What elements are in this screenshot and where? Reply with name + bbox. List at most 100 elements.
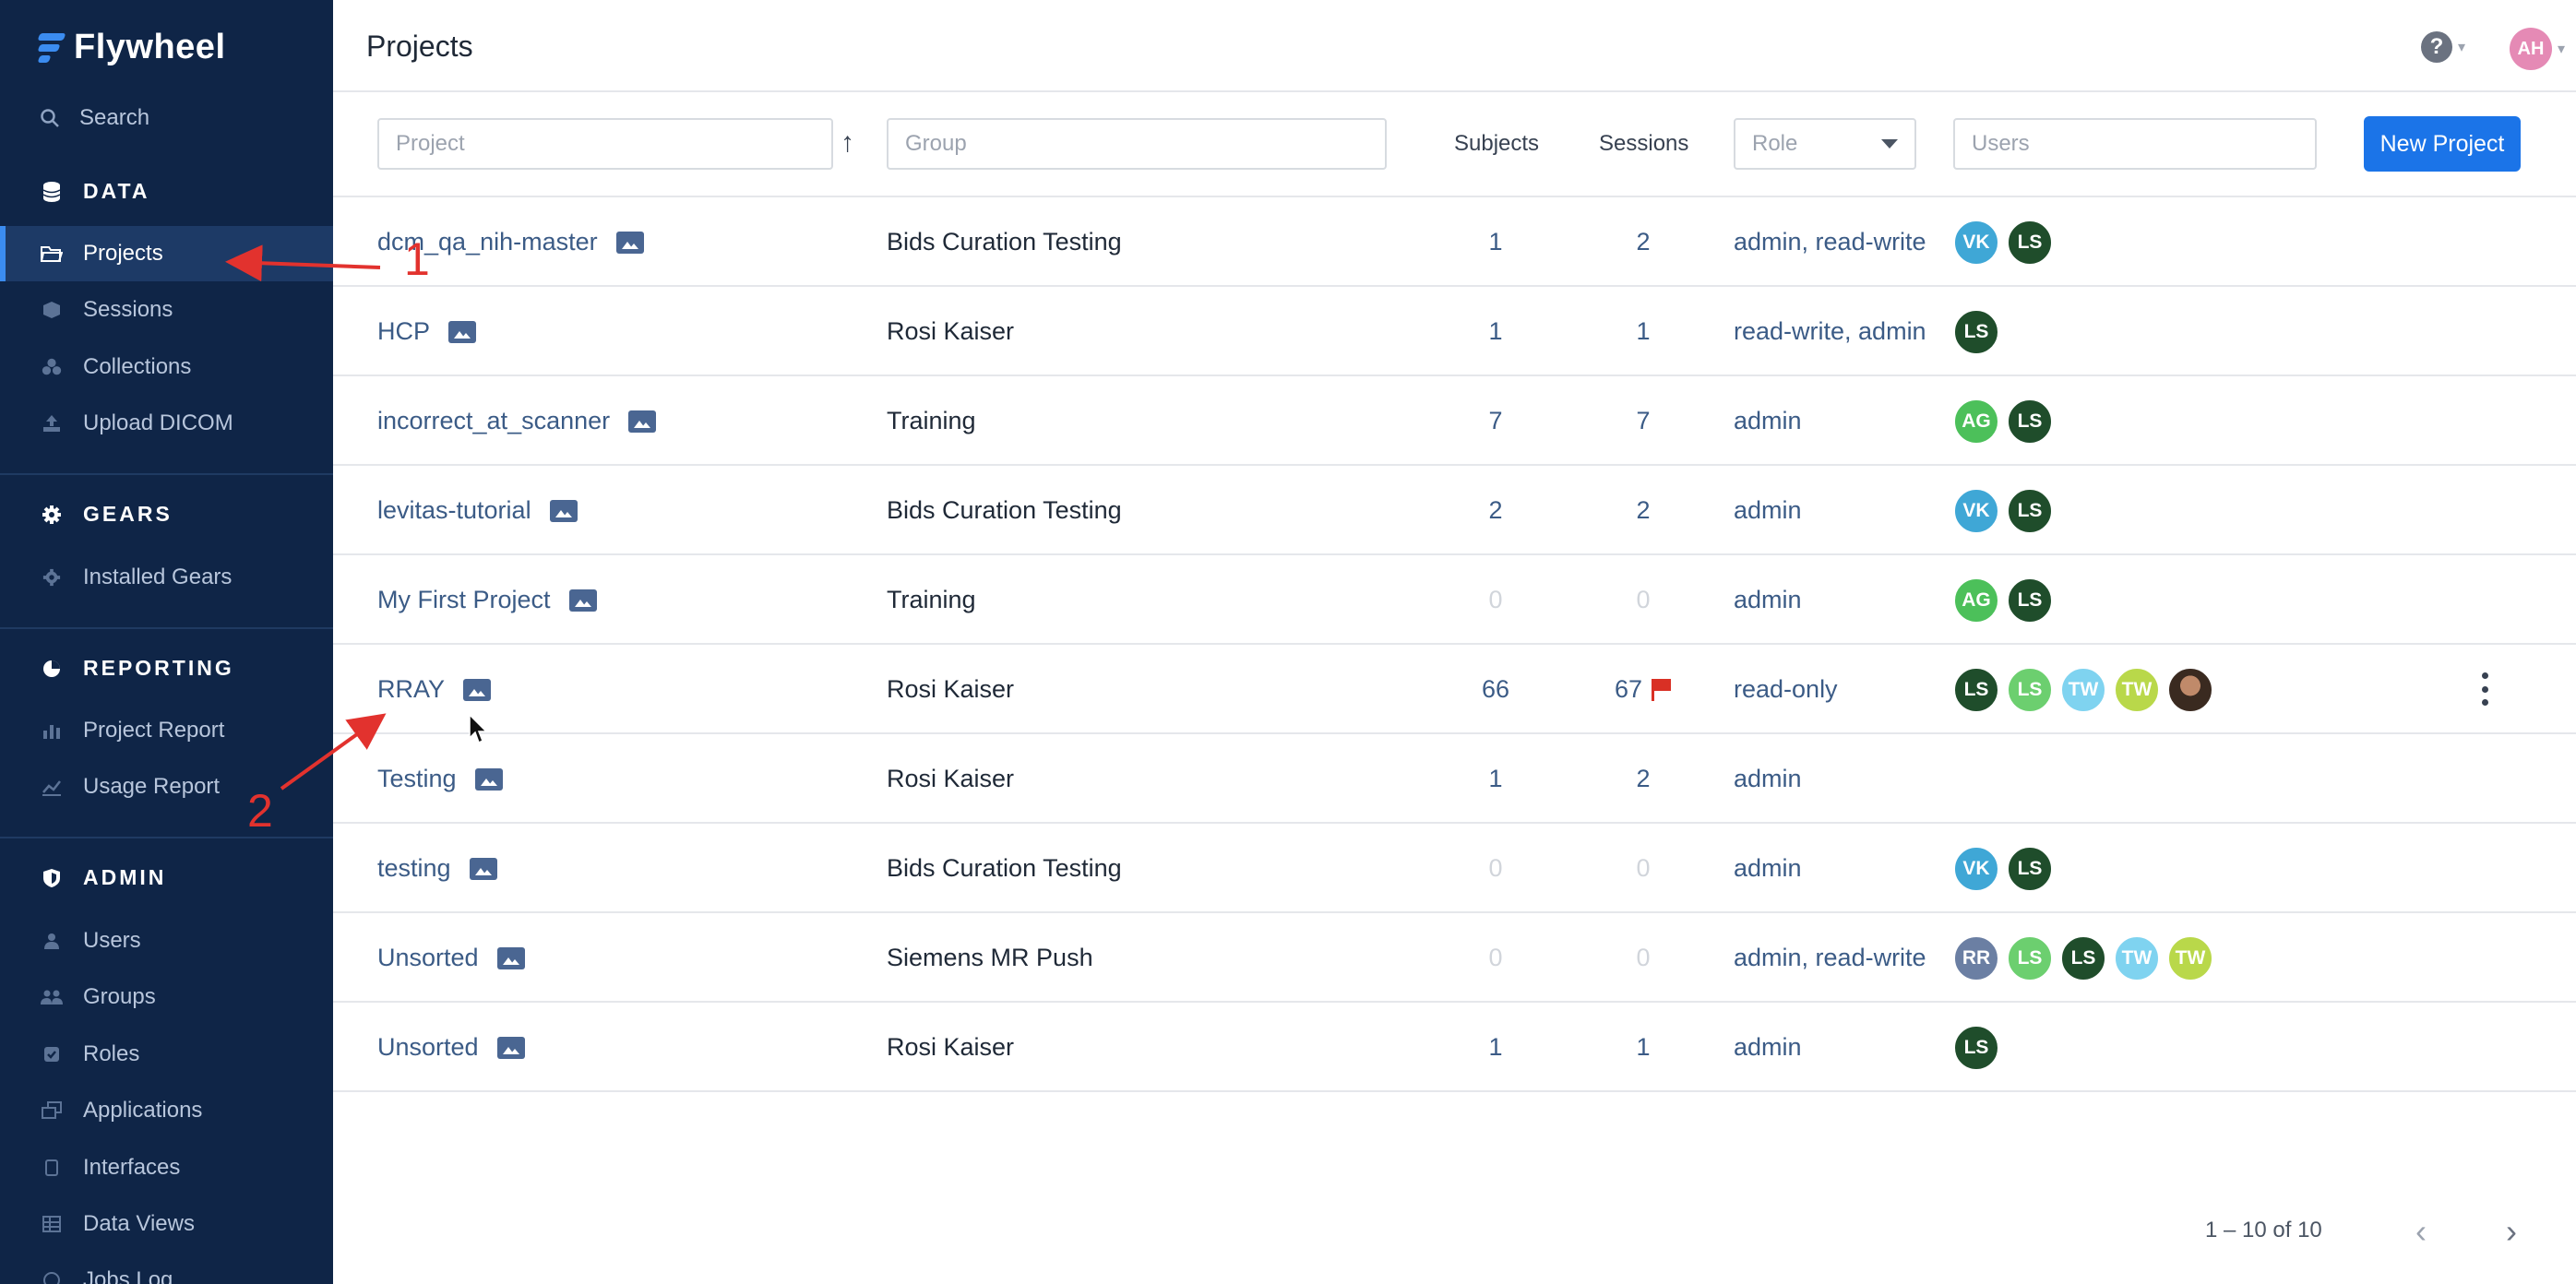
table-row[interactable]: testing Bids Curation Testing 0 0 admin VK… [333,824,2576,913]
image-icon[interactable] [463,678,492,701]
sidebar-item-projects[interactable]: Projects [0,226,333,281]
table-row[interactable]: Unsorted Rosi Kaiser 1 1 admin LS [333,1003,2576,1092]
subjects-count[interactable]: 1 [1459,1003,1532,1092]
subjects-column-header[interactable]: Subjects [1454,131,1539,157]
avatar[interactable]: AG [1953,577,1999,624]
project-filter-field[interactable] [377,118,833,170]
next-page-button[interactable]: › [2506,1212,2517,1251]
project-name-link[interactable]: levitas-tutorial [377,496,531,525]
sessions-cell[interactable]: 0 [1606,913,1680,1003]
sidebar-item-upload-dicom[interactable]: Upload DICOM [0,396,333,451]
sessions-cell[interactable]: 1 [1606,287,1680,376]
new-project-button[interactable]: New Project [2364,116,2521,172]
project-name-link[interactable]: My First Project [377,586,551,614]
sidebar-item-roles[interactable]: Roles [0,1027,333,1082]
avatar[interactable]: VK [1953,845,1999,892]
avatar[interactable]: VK [1953,487,1999,534]
image-icon[interactable] [496,946,525,969]
sessions-cell[interactable]: 0 [1606,824,1680,913]
subjects-count[interactable]: 66 [1459,645,1532,734]
project-cell[interactable]: Testing [377,734,503,824]
sessions-cell[interactable]: 67 [1606,645,1680,734]
sidebar-item-data-views[interactable]: Data Views [0,1196,333,1252]
avatar[interactable]: LS [2007,577,2053,624]
sidebar-item-usage-report[interactable]: Usage Report [0,759,333,814]
subjects-count[interactable]: 7 [1459,376,1532,466]
avatar[interactable]: LS [1953,666,1999,713]
sessions-cell[interactable]: 2 [1606,734,1680,824]
users-filter-field[interactable] [1953,118,2317,170]
project-name-link[interactable]: RRAY [377,675,445,704]
avatar[interactable]: LS [1953,308,1999,355]
sidebar-item-users[interactable]: Users [0,913,333,969]
table-row[interactable]: dcm_qa_nih-master Bids Curation Testing 1… [333,197,2576,287]
sessions-cell[interactable]: 0 [1606,555,1680,645]
project-name-link[interactable]: Unsorted [377,1033,479,1062]
avatar[interactable]: LS [1953,1024,1999,1071]
image-icon[interactable] [549,499,578,522]
subjects-count[interactable]: 0 [1459,913,1532,1003]
help-menu[interactable]: ? ▾ [2420,31,2465,63]
table-row[interactable]: My First Project Training 0 0 admin AG LS [333,555,2576,645]
project-name-link[interactable]: incorrect_at_scanner [377,407,610,435]
sidebar-search[interactable]: Search [39,105,149,131]
sessions-column-header[interactable]: Sessions [1599,131,1688,157]
avatar[interactable]: LS [2007,934,2053,981]
avatar[interactable]: TW [2114,666,2160,713]
project-cell[interactable]: incorrect_at_scanner [377,376,657,466]
avatar[interactable]: LS [2007,666,2053,713]
sort-ascending-icon[interactable]: ↑ [841,127,854,159]
sessions-cell[interactable]: 2 [1606,466,1680,555]
sessions-cell[interactable]: 1 [1606,1003,1680,1092]
sidebar-item-jobs-log[interactable]: Jobs Log [0,1253,333,1284]
project-cell[interactable]: My First Project [377,555,597,645]
sidebar-item-installed-gears[interactable]: Installed Gears [0,550,333,605]
table-row[interactable]: Testing Rosi Kaiser 1 2 admin [333,734,2576,824]
image-icon[interactable] [615,231,644,254]
table-row[interactable]: HCP Rosi Kaiser 1 1 read-write, admin LS [333,287,2576,376]
avatar[interactable]: RR [1953,934,1999,981]
flywheel-logo[interactable]: Flywheel [37,28,226,67]
role-select[interactable]: Role [1734,118,1916,170]
avatar[interactable]: TW [2060,666,2106,713]
table-row[interactable]: levitas-tutorial Bids Curation Testing 2 … [333,466,2576,555]
image-icon[interactable] [628,410,657,433]
sidebar-item-collections[interactable]: Collections [0,339,333,395]
avatar-photo[interactable] [2167,666,2213,713]
avatar[interactable]: TW [2167,934,2213,981]
group-filter-field[interactable] [887,118,1387,170]
project-name-link[interactable]: HCP [377,317,430,346]
image-icon[interactable] [469,857,497,880]
subjects-count[interactable]: 2 [1459,466,1532,555]
subjects-count[interactable]: 0 [1459,824,1532,913]
image-icon[interactable] [474,767,503,791]
subjects-count[interactable]: 1 [1459,197,1532,287]
users-filter-input[interactable] [1972,131,2298,157]
project-name-link[interactable]: Unsorted [377,944,479,972]
sidebar-item-project-report[interactable]: Project Report [0,703,333,758]
sidebar-item-groups[interactable]: Groups [0,969,333,1025]
subjects-count[interactable]: 0 [1459,555,1532,645]
avatar[interactable]: TW [2114,934,2160,981]
group-filter-input[interactable] [905,131,1368,157]
image-icon[interactable] [448,320,477,343]
image-icon[interactable] [568,588,597,612]
project-name-link[interactable]: Testing [377,765,457,793]
avatar[interactable]: VK [1953,219,1999,266]
avatar[interactable]: LS [2007,487,2053,534]
sidebar-item-sessions[interactable]: Sessions [0,282,333,338]
user-menu[interactable]: AH ▾ [2509,28,2565,70]
sessions-cell[interactable]: 7 [1606,376,1680,466]
table-row[interactable]: incorrect_at_scanner Training 7 7 admin AG… [333,376,2576,466]
project-cell[interactable]: Unsorted [377,1003,525,1092]
sessions-cell[interactable]: 2 [1606,197,1680,287]
project-cell[interactable]: HCP [377,287,477,376]
avatar[interactable]: LS [2007,398,2053,445]
subjects-count[interactable]: 1 [1459,287,1532,376]
avatar[interactable]: LS [2007,219,2053,266]
project-cell[interactable]: testing [377,824,497,913]
avatar[interactable]: LS [2060,934,2106,981]
sidebar-item-applications[interactable]: Applications [0,1083,333,1138]
image-icon[interactable] [496,1036,525,1059]
project-cell[interactable]: Unsorted [377,913,525,1003]
